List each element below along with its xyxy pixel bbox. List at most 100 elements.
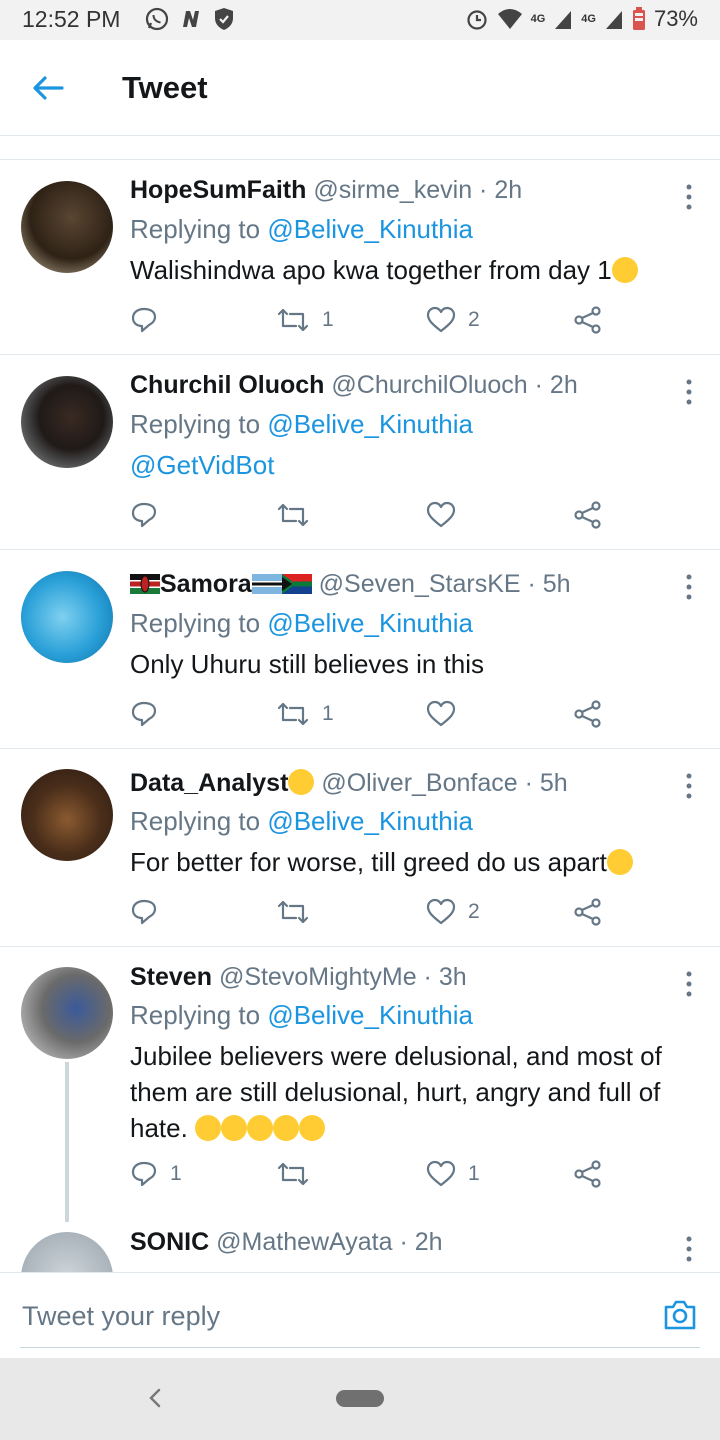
reply-icon <box>131 1161 157 1187</box>
rofl-emoji <box>299 1115 326 1141</box>
avatar[interactable] <box>21 1232 113 1272</box>
author-name[interactable]: Steven <box>130 963 212 991</box>
rofl-emoji <box>195 1115 222 1141</box>
nav-home-pill[interactable] <box>336 1390 384 1407</box>
shield-icon <box>215 8 233 30</box>
reply-count: 1 <box>170 1162 182 1185</box>
share-button[interactable] <box>574 306 602 334</box>
status-time: 12:52 PM <box>22 6 121 32</box>
retweet-button[interactable] <box>276 898 310 926</box>
tweet-item[interactable]: HopeSumFaith @sirme_kevin · 2h Replying … <box>0 160 720 355</box>
author-name[interactable]: HopeSumFaith <box>130 176 306 204</box>
rofl-emoji <box>273 1115 300 1141</box>
share-button[interactable] <box>574 501 602 529</box>
avatar[interactable] <box>21 967 113 1059</box>
like-button[interactable]: 2 <box>426 306 480 334</box>
nav-back-icon[interactable] <box>145 1384 165 1412</box>
retweet-icon <box>277 503 309 527</box>
alarm-icon <box>466 10 487 30</box>
share-icon <box>574 501 601 529</box>
retweet-button[interactable]: 1 <box>276 700 334 728</box>
like-button[interactable] <box>426 501 456 529</box>
reply-feed[interactable]: HopeSumFaith @sirme_kevin · 2h Replying … <box>0 137 720 1272</box>
tweet-item[interactable]: SONIC @MathewAyata · 2h <box>0 1212 720 1272</box>
tweet-item[interactable]: Churchil Oluoch @ChurchilOluoch · 2h Rep… <box>0 355 720 550</box>
retweet-button[interactable]: 1 <box>276 306 334 334</box>
avatar[interactable] <box>21 181 113 273</box>
author-name[interactable]: Data_Analyst <box>130 769 288 797</box>
more-options-icon[interactable] <box>684 969 694 999</box>
avatar[interactable] <box>21 571 113 663</box>
whatsapp-icon <box>145 7 169 31</box>
heart-icon <box>426 501 456 528</box>
reply-button[interactable] <box>130 501 158 529</box>
more-options-icon[interactable] <box>684 1234 694 1264</box>
retweet-icon <box>277 702 309 726</box>
kenya-flag-emoji <box>130 572 160 594</box>
reply-icon <box>131 502 157 528</box>
reply-button[interactable] <box>130 898 158 926</box>
tweet-text: Walishindwa apo kwa together from day 1 <box>130 252 700 288</box>
heart-icon <box>426 306 456 333</box>
back-arrow-icon[interactable] <box>30 70 66 106</box>
share-button[interactable] <box>574 1160 602 1188</box>
replying-to: Replying to @Belive_Kinuthia <box>130 608 473 638</box>
network-type-a: 4G <box>530 13 546 25</box>
tweet-text: For better for worse, till greed do us a… <box>130 844 700 880</box>
retweet-button[interactable] <box>276 1160 310 1188</box>
share-button[interactable] <box>574 700 602 728</box>
mention-link[interactable]: @GetVidBot <box>130 450 274 480</box>
author-handle: @sirme_kevin · 2h <box>313 176 523 204</box>
share-icon <box>574 306 601 334</box>
mention-link[interactable]: @Belive_Kinuthia <box>267 608 473 638</box>
like-count: 1 <box>468 1162 480 1185</box>
reply-button[interactable] <box>130 306 158 334</box>
tweet-text: Only Uhuru still believes in this <box>130 649 485 679</box>
author-handle: @StevoMightyMe · 3h <box>218 963 467 991</box>
camera-icon[interactable] <box>662 1297 698 1333</box>
author-handle: @Seven_StarsKE · 5h <box>318 570 571 598</box>
mention-link[interactable]: @Belive_Kinuthia <box>267 806 473 836</box>
n-app-icon <box>183 11 199 27</box>
tweet-item[interactable]: Steven @StevoMightyMe · 3h Replying to @… <box>0 947 720 1222</box>
heart-icon <box>426 700 456 727</box>
network-type-b: 4G <box>581 13 596 25</box>
battery-icon <box>632 7 645 30</box>
author-name[interactable]: Churchil Oluoch <box>130 371 324 399</box>
app-bar: Tweet <box>0 40 720 136</box>
like-button[interactable] <box>426 700 456 728</box>
mention-link[interactable]: @Belive_Kinuthia <box>267 1000 473 1030</box>
reply-composer[interactable]: Tweet your reply <box>0 1272 720 1358</box>
more-options-icon[interactable] <box>684 771 694 801</box>
page-title: Tweet <box>122 70 208 105</box>
reply-input[interactable]: Tweet your reply <box>22 1301 220 1332</box>
mention-link[interactable]: @Belive_Kinuthia <box>267 214 473 244</box>
reply-button[interactable]: 1 <box>130 1160 182 1188</box>
tweet-item[interactable]: Data_Analyst @Oliver_Bonface · 5h Replyi… <box>0 749 720 947</box>
retweet-button[interactable] <box>276 501 310 529</box>
share-button[interactable] <box>574 898 602 926</box>
input-underline <box>20 1347 700 1348</box>
avatar[interactable] <box>21 376 113 468</box>
heart-icon <box>426 1160 456 1187</box>
retweet-count: 1 <box>322 702 334 725</box>
avatar[interactable] <box>21 769 113 861</box>
tweet-item[interactable]: Samora @Seven_StarsKE · 5h Replying to @… <box>0 550 720 749</box>
tears-of-joy-emoji <box>611 257 638 283</box>
neutral-face-emoji <box>288 769 315 795</box>
replying-to: Replying to @Belive_Kinuthia <box>130 806 473 836</box>
author-name[interactable]: Samora <box>160 570 252 598</box>
reply-button[interactable] <box>130 700 158 728</box>
mention-link[interactable]: @Belive_Kinuthia <box>267 409 473 439</box>
more-options-icon[interactable] <box>684 377 694 407</box>
more-options-icon[interactable] <box>684 572 694 602</box>
grinning-face-emoji <box>606 849 633 875</box>
like-button[interactable]: 2 <box>426 898 480 926</box>
more-options-icon[interactable] <box>684 182 694 212</box>
retweet-icon <box>277 308 309 332</box>
tweet-text: Jubilee believers were delusional, and m… <box>130 1041 662 1143</box>
like-button[interactable]: 1 <box>426 1160 480 1188</box>
share-icon <box>574 1160 601 1188</box>
author-handle: @MathewAyata · 2h <box>216 1228 443 1256</box>
author-name[interactable]: SONIC <box>130 1228 209 1256</box>
